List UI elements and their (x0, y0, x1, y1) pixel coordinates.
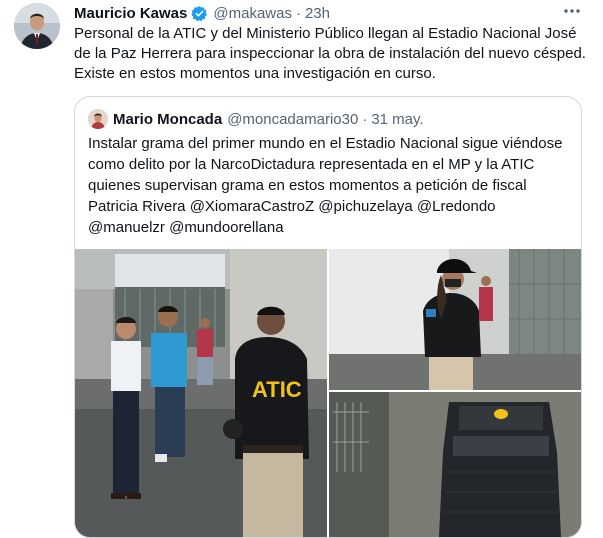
atic-vest-text: ATIC (252, 377, 302, 402)
tweet-header: Mauricio Kawas @makawas · 23h (74, 2, 330, 24)
quoted-tweet-date[interactable]: 31 may. (371, 111, 423, 128)
media-grid: ATIC (75, 249, 581, 537)
quoted-author-handle[interactable]: @moncadamario30 (227, 111, 358, 128)
author-avatar[interactable] (14, 3, 60, 49)
quoted-header-separator: · (362, 110, 368, 128)
quoted-author-avatar[interactable] (88, 109, 108, 129)
tweet-text: Personal de la ATIC y del Ministerio Púb… (74, 25, 586, 82)
media-photo-1[interactable]: ATIC (75, 249, 327, 537)
header-separator: · (295, 4, 301, 22)
media-photo-3[interactable] (329, 392, 581, 537)
author-handle[interactable]: @makawas (213, 5, 292, 22)
author-name[interactable]: Mauricio Kawas (74, 5, 187, 22)
verified-badge-icon (191, 5, 208, 22)
quoted-tweet[interactable]: Mario Moncada @moncadamario30 · 31 may. … (74, 96, 582, 538)
quoted-author-name[interactable]: Mario Moncada (113, 111, 222, 128)
tweet-timestamp[interactable]: 23h (305, 5, 330, 22)
quoted-tweet-text: Instalar grama del primer mundo en el Es… (88, 135, 563, 236)
more-options-icon[interactable] (563, 4, 581, 18)
quoted-tweet-header: Mario Moncada @moncadamario30 · 31 may. (113, 108, 424, 130)
media-photo-2[interactable] (329, 249, 581, 390)
